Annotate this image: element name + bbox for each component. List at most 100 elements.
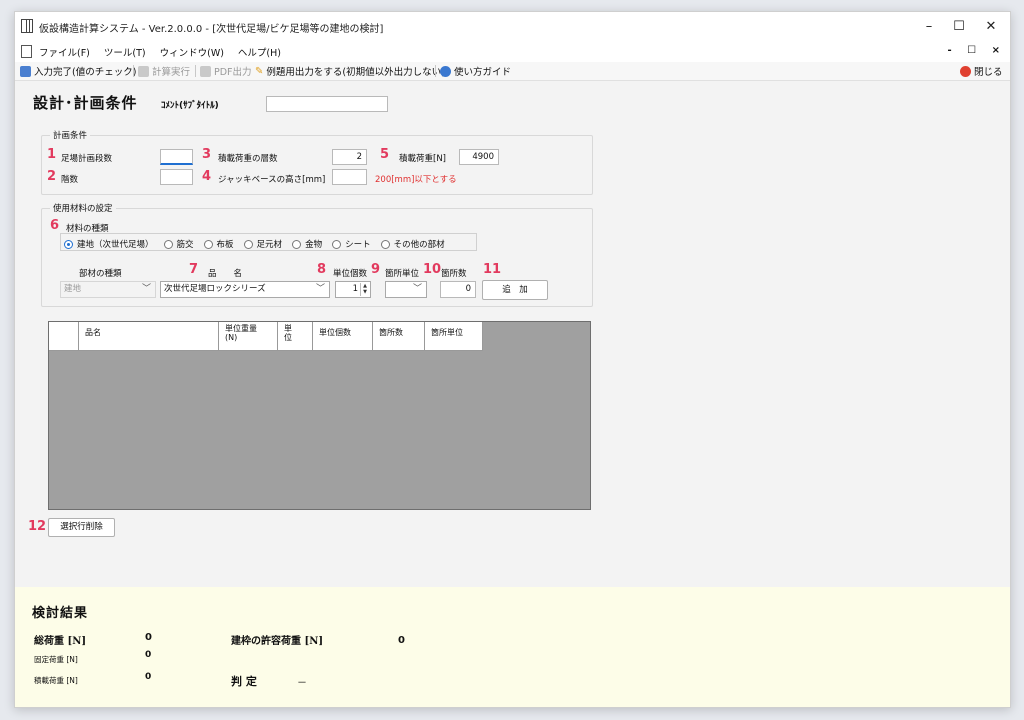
- badge-9: 9: [371, 262, 381, 277]
- fixed-load-value: 0: [145, 650, 152, 660]
- app-icon: [21, 19, 33, 33]
- column-unit-weight[interactable]: 単位重量 (N): [219, 322, 278, 351]
- pdf-output-label: PDF出力: [214, 67, 252, 78]
- location-count-label: 箇所数: [441, 269, 467, 279]
- jack-base-label: ジャッキベースの高さ[mm]: [218, 175, 326, 185]
- badge-12: 12: [28, 519, 47, 534]
- help-icon: [440, 65, 451, 77]
- menu-file[interactable]: ファイル(F): [39, 45, 90, 59]
- loaded-floors-field[interactable]: 2: [332, 149, 367, 165]
- badge-4: 4: [202, 169, 212, 184]
- minimize-button[interactable]: –: [913, 16, 945, 38]
- delete-row-button[interactable]: 選択行削除: [48, 518, 115, 537]
- spin-arrows-icon[interactable]: ▲ ▼: [360, 283, 369, 296]
- product-name-value: 次世代足場ロックシリーズ: [164, 284, 266, 294]
- floors-field[interactable]: [160, 169, 193, 185]
- badge-2: 2: [47, 169, 57, 184]
- column-unit[interactable]: 単 位: [278, 322, 313, 351]
- jack-base-field[interactable]: [332, 169, 367, 185]
- unit-count-label: 単位個数: [333, 269, 368, 279]
- badge-11: 11: [483, 262, 502, 277]
- jack-base-note: 200[mm]以下とする: [375, 175, 457, 185]
- close-button[interactable]: 閉じる: [960, 64, 1003, 78]
- comment-label: ｺﾒﾝﾄ(ｻﾌﾞﾀｲﾄﾙ): [161, 101, 219, 111]
- materials-group-title: 使用材料の設定: [50, 202, 116, 214]
- part-type-select[interactable]: 建地 ﹀: [60, 281, 156, 298]
- pencil-icon: ✎: [255, 65, 264, 77]
- product-name-select[interactable]: 次世代足場ロックシリーズ ﹀: [160, 281, 330, 298]
- input-complete-button[interactable]: 入力完了(値のチェック): [20, 64, 136, 78]
- location-unit-label: 箇所単位: [385, 269, 420, 279]
- badge-1: 1: [47, 147, 57, 162]
- toolbar: 入力完了(値のチェック) 計算実行 PDF出力 ✎ 例題用出力をする(初期値以外…: [15, 62, 1010, 81]
- materials-table[interactable]: 品名 単位重量 (N) 単 位 単位個数 箇所数 箇所単位: [48, 321, 591, 510]
- guide-label: 使い方ガイド: [454, 67, 512, 78]
- app-window: 仮設構造計算システム - Ver.2.0.0.0 - [次世代足場/ビケ足場等の…: [14, 11, 1011, 708]
- badge-7: 7: [189, 262, 199, 277]
- load-field[interactable]: 4900: [459, 149, 499, 165]
- row-header-cell: [49, 322, 79, 351]
- scaffold-stages-label: 足場計画段数: [61, 154, 113, 164]
- plan-conditions-group: 計画条件: [41, 129, 593, 195]
- load-label: 積載荷重[N]: [399, 154, 446, 164]
- badge-5: 5: [380, 147, 390, 162]
- judgement-label: 判 定: [231, 675, 257, 688]
- plan-group-title: 計画条件: [50, 129, 91, 141]
- close-label: 閉じる: [974, 67, 1003, 78]
- badge-6: 6: [50, 218, 60, 233]
- allowable-load-label: 建枠の許容荷重 [N]: [231, 636, 324, 647]
- scaffold-stages-field[interactable]: [160, 149, 193, 165]
- page-title: 設計･計画条件: [33, 94, 138, 112]
- calc-run-button[interactable]: 計算実行: [138, 64, 190, 78]
- loaded-load-label: 積載荷重 [N]: [34, 676, 78, 685]
- radio-border: [60, 233, 477, 251]
- add-button[interactable]: 追 加: [482, 280, 548, 300]
- document-icon: [21, 45, 32, 58]
- unit-count-value: 1: [352, 284, 358, 294]
- title-bar: 仮設構造計算システム - Ver.2.0.0.0 - [次世代足場/ビケ足場等の…: [15, 12, 1010, 42]
- chevron-down-icon: ﹀: [141, 284, 151, 294]
- loaded-floors-label: 積載荷重の層数: [218, 154, 278, 164]
- calc-run-label: 計算実行: [152, 67, 191, 78]
- allowable-load-value: 0: [398, 635, 405, 646]
- column-product-name[interactable]: 品名: [79, 322, 219, 351]
- floors-label: 階数: [61, 175, 79, 185]
- table-header: 品名 単位重量 (N) 単 位 単位個数 箇所数 箇所単位: [49, 322, 483, 351]
- badge-3: 3: [202, 147, 212, 162]
- total-load-label: 総荷重 [N]: [34, 636, 87, 647]
- badge-10: 10: [423, 262, 442, 277]
- maximize-button[interactable]: ☐: [943, 16, 975, 38]
- example-output-button[interactable]: ✎ 例題用出力をする(初期値以外出力しない): [255, 64, 445, 79]
- column-location-count[interactable]: 箇所数: [373, 322, 425, 351]
- column-location-unit[interactable]: 箇所単位: [425, 322, 483, 351]
- judgement-value: －: [297, 678, 307, 689]
- location-unit-select[interactable]: ﹀: [385, 281, 427, 298]
- product-name-label: 品 名: [208, 269, 243, 279]
- part-type-label: 部材の種類: [79, 269, 122, 279]
- total-load-value: 0: [145, 632, 152, 643]
- unit-count-stepper[interactable]: 1 ▲ ▼: [335, 281, 371, 298]
- comment-input[interactable]: [266, 96, 388, 112]
- example-output-label: 例題用出力をする(初期値以外出力しない): [266, 67, 445, 78]
- edit-icon: [20, 65, 31, 77]
- menu-tools[interactable]: ツール(T): [104, 45, 146, 59]
- menu-help[interactable]: ヘルプ(H): [238, 45, 281, 59]
- column-unit-count[interactable]: 単位個数: [313, 322, 373, 351]
- chevron-down-icon: ﹀: [315, 284, 325, 294]
- guide-button[interactable]: 使い方ガイド: [440, 64, 511, 78]
- part-type-value: 建地: [64, 284, 82, 294]
- pdf-icon: [200, 65, 211, 77]
- menu-window[interactable]: ウィンドウ(W): [160, 45, 224, 59]
- close-window-button[interactable]: ✕: [975, 16, 1007, 38]
- fixed-load-label: 固定荷重 [N]: [34, 655, 78, 664]
- mdi-controls[interactable]: - ☐ ×: [948, 45, 1006, 56]
- badge-8: 8: [317, 262, 327, 277]
- results-title: 検討結果: [32, 606, 89, 621]
- pdf-output-button[interactable]: PDF出力: [200, 64, 252, 78]
- results-panel: 検討結果 総荷重 [N] 0 固定荷重 [N] 0 積載荷重 [N] 0 建枠の…: [15, 587, 1010, 707]
- calculator-icon: [138, 65, 149, 77]
- location-count-field[interactable]: 0: [440, 281, 476, 298]
- close-icon: [960, 65, 971, 77]
- input-complete-label: 入力完了(値のチェック): [34, 67, 137, 78]
- chevron-down-icon: ﹀: [412, 284, 422, 294]
